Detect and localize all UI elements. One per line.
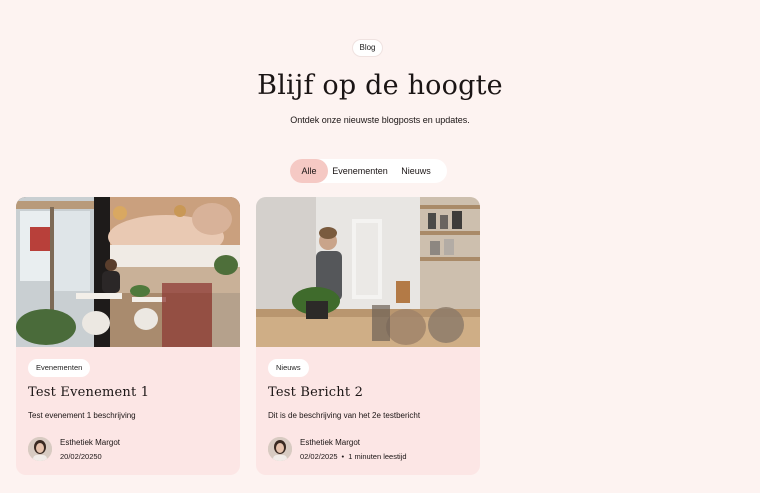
tab-events[interactable]: Evenementen bbox=[328, 159, 392, 183]
blog-section-badge: Blog bbox=[352, 39, 383, 57]
post-category-badge: Nieuws bbox=[268, 359, 309, 377]
post-description: Test evenement 1 beschrijving bbox=[28, 411, 136, 420]
post-category-badge: Evenementen bbox=[28, 359, 91, 377]
post-title[interactable]: Test Evenement 1 bbox=[28, 385, 149, 400]
post-description: Dit is de beschrijving van het 2e testbe… bbox=[268, 411, 421, 420]
page-title: Blijf op de hoogte bbox=[257, 70, 503, 101]
tab-all[interactable]: Alle bbox=[290, 159, 328, 183]
post-card-2[interactable]: Nieuws Test Bericht 2 Dit is de beschrij… bbox=[256, 197, 480, 475]
filter-tabs: Alle Evenementen Nieuws bbox=[290, 159, 447, 183]
page-subtitle: Ontdek onze nieuwste blogposts en update… bbox=[290, 115, 470, 125]
author-avatar bbox=[28, 437, 52, 461]
tab-news[interactable]: Nieuws bbox=[394, 159, 438, 183]
post-meta: 20/02/20250 bbox=[60, 452, 102, 461]
post-meta: 02/02/2025 • 1 minuten leestijd bbox=[300, 452, 407, 461]
author-name: Esthetiek Margot bbox=[300, 438, 361, 447]
meta-separator: • bbox=[341, 452, 345, 461]
post-title[interactable]: Test Bericht 2 bbox=[268, 385, 363, 400]
post-image-1 bbox=[16, 197, 240, 347]
author-avatar bbox=[268, 437, 292, 461]
post-date: 20/02/20250 bbox=[60, 452, 102, 461]
post-card-1[interactable]: Evenementen Test Evenement 1 Test evenem… bbox=[16, 197, 240, 475]
post-date: 02/02/2025 bbox=[300, 452, 338, 461]
post-image-2 bbox=[256, 197, 480, 347]
author-name: Esthetiek Margot bbox=[60, 438, 121, 447]
reading-time: 1 minuten leestijd bbox=[348, 452, 407, 461]
